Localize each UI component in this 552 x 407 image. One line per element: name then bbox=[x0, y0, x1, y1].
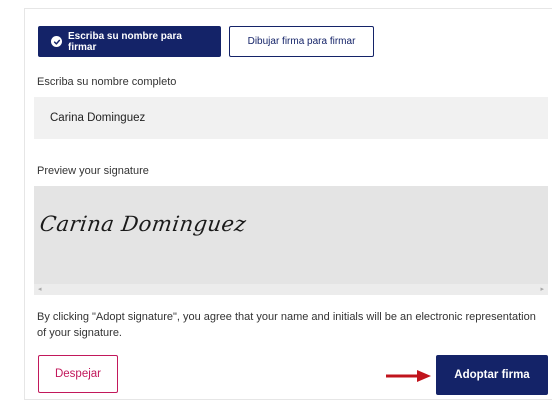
signature-preview-text: Carina Dominguez bbox=[38, 212, 248, 236]
scroll-left-icon[interactable]: ◂ bbox=[38, 285, 42, 294]
signature-preview: Carina Dominguez ◂ ▸ bbox=[34, 186, 548, 295]
clear-button-label: Despejar bbox=[54, 368, 102, 380]
full-name-label: Escriba su nombre completo bbox=[37, 76, 177, 88]
signature-mode-tabs: Escriba su nombre para firmar Dibujar fi… bbox=[38, 26, 374, 57]
check-circle-icon bbox=[51, 36, 62, 47]
type-name-tab-label: Escriba su nombre para firmar bbox=[68, 30, 182, 53]
adopt-signature-button[interactable]: Adoptar firma bbox=[436, 355, 548, 395]
preview-scrollbar[interactable]: ◂ ▸ bbox=[34, 284, 548, 295]
adopt-signature-button-label: Adoptar firma bbox=[454, 369, 530, 381]
preview-label: Preview your signature bbox=[37, 165, 149, 177]
type-name-tab[interactable]: Escriba su nombre para firmar bbox=[38, 26, 221, 57]
scroll-right-icon[interactable]: ▸ bbox=[540, 285, 544, 294]
full-name-input[interactable] bbox=[34, 97, 548, 139]
draw-signature-tab[interactable]: Dibujar firma para firmar bbox=[229, 26, 374, 57]
draw-signature-tab-label: Dibujar firma para firmar bbox=[247, 36, 356, 47]
arrow-right-icon bbox=[386, 370, 431, 382]
clear-button[interactable]: Despejar bbox=[38, 355, 118, 393]
consent-text: By clicking "Adopt signature", you agree… bbox=[37, 311, 536, 339]
